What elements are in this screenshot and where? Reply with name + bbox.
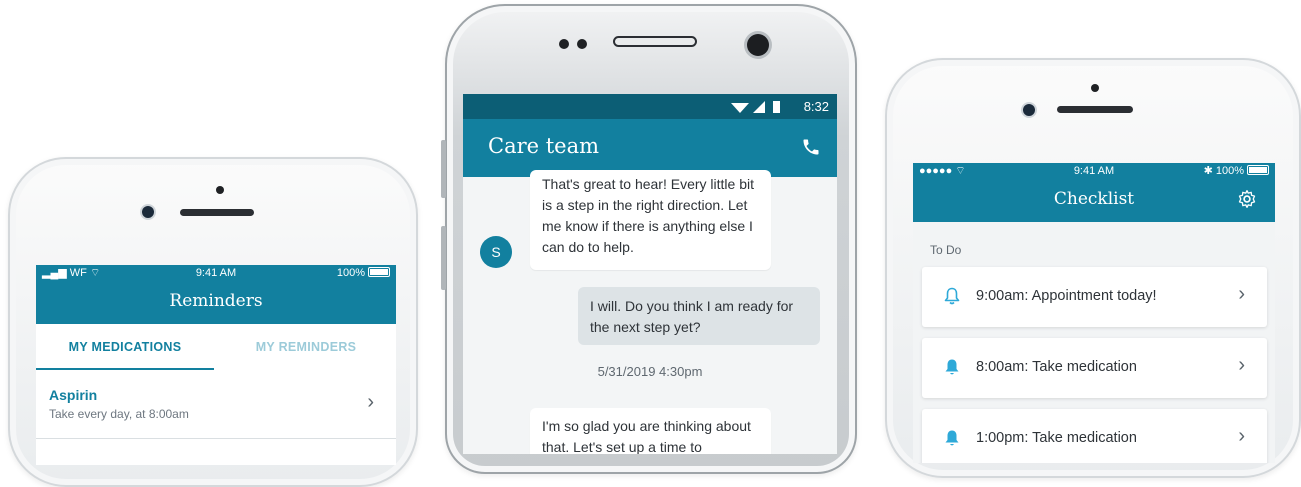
- checklist-item-label: 1:00pm: Take medication: [976, 430, 1137, 446]
- status-bar: 8:32: [463, 94, 837, 119]
- chevron-right-icon: ›: [1238, 354, 1245, 376]
- camera-lens: [1023, 104, 1035, 116]
- battery-status: 100%: [337, 265, 390, 282]
- page-title: Care team: [488, 134, 600, 158]
- medication-schedule: Take every day, at 8:00am: [49, 407, 189, 421]
- message-bubble-outgoing: I will. Do you think I am ready for the …: [578, 287, 820, 345]
- page-title: Reminders: [169, 291, 263, 311]
- side-button: [441, 140, 446, 198]
- earpiece-speaker: [613, 36, 697, 47]
- bell-filled-icon: [945, 359, 959, 375]
- checklist-item[interactable]: 9:00am: Appointment today! ›: [922, 267, 1267, 327]
- message-bubble-incoming: I'm so glad you are thinking about that.…: [530, 408, 771, 454]
- reminders-screen: ▂▄▆ WF ⌔ 9:41 AM 100% Reminders MY MEDIC…: [36, 265, 396, 465]
- care-team-chat-screen: 8:32 Care team That's great to hear! Eve…: [463, 94, 837, 454]
- battery-icon: [368, 267, 390, 277]
- checklist-item[interactable]: 8:00am: Take medication ›: [922, 338, 1267, 398]
- battery-status: ✱ 100%: [1204, 163, 1269, 180]
- checklist-header: ●●●●● ⌔ 9:41 AM ✱ 100% Checklist: [913, 163, 1275, 222]
- phone-call-icon[interactable]: [801, 137, 821, 157]
- checklist-item-label: 9:00am: Appointment today!: [976, 288, 1157, 304]
- message-bubble-incoming: That's great to hear! Every little bit i…: [530, 170, 771, 270]
- status-bar: ●●●●● ⌔ 9:41 AM ✱ 100%: [913, 163, 1275, 180]
- chevron-right-icon: ›: [1238, 425, 1245, 447]
- gear-icon[interactable]: [1237, 189, 1257, 209]
- chevron-right-icon: ›: [367, 391, 374, 413]
- checklist-item[interactable]: 1:00pm: Take medication ›: [922, 409, 1267, 463]
- status-bar: ▂▄▆ WF ⌔ 9:41 AM 100%: [36, 265, 396, 282]
- signal-wifi-battery-icons: [731, 101, 780, 113]
- tab-bar: MY MEDICATIONS MY REMINDERS: [36, 324, 396, 370]
- chevron-right-icon: ›: [1238, 283, 1245, 305]
- side-button: [441, 226, 446, 290]
- bell-filled-icon: [945, 430, 959, 446]
- sensor-dots: [559, 36, 588, 54]
- front-camera: [216, 186, 224, 194]
- checklist-screen: ●●●●● ⌔ 9:41 AM ✱ 100% Checklist To Do 9…: [913, 163, 1275, 463]
- bluetooth-icon: ✱: [1203, 165, 1213, 177]
- front-camera: [747, 34, 769, 56]
- camera-lens: [142, 206, 154, 218]
- bell-outline-icon: [944, 287, 960, 305]
- earpiece-speaker: [1057, 106, 1133, 113]
- battery-icon: [1247, 165, 1269, 175]
- checklist-item-label: 8:00am: Take medication: [976, 359, 1137, 375]
- page-title: Checklist: [1053, 189, 1135, 209]
- status-time: 8:32: [803, 99, 829, 114]
- message-timestamp: 5/31/2019 4:30pm: [597, 364, 703, 379]
- avatar: S: [480, 236, 512, 268]
- chat-header: Care team: [463, 119, 837, 177]
- reminders-header: ▂▄▆ WF ⌔ 9:41 AM 100% Reminders: [36, 265, 396, 324]
- medication-name: Aspirin: [49, 387, 98, 403]
- tab-my-medications[interactable]: MY MEDICATIONS: [36, 324, 214, 370]
- section-label: To Do: [930, 243, 962, 257]
- front-camera: [1091, 84, 1099, 92]
- tab-my-reminders[interactable]: MY REMINDERS: [216, 324, 396, 370]
- medication-row[interactable]: Aspirin Take every day, at 8:00am ›: [36, 371, 396, 439]
- earpiece-speaker: [180, 209, 254, 216]
